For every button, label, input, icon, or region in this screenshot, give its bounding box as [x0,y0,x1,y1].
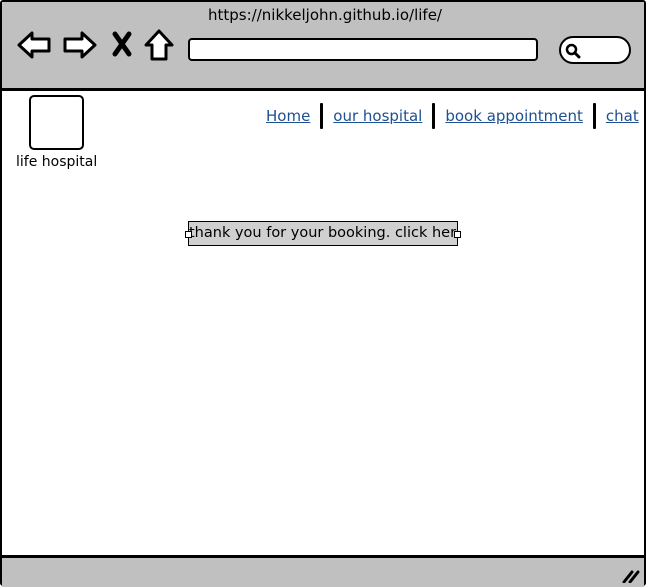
nav-separator [432,103,436,129]
nav-separator [320,103,324,129]
resize-grip-icon[interactable] [622,569,640,583]
url-text: https://nikkeljohn.github.io/life/ [208,6,442,24]
nav-link-book-appointment[interactable]: book appointment [441,107,587,125]
nav-link-chat[interactable]: chat [602,107,643,125]
logo-label: life hospital [16,154,98,170]
status-bar [2,555,644,587]
nav-link-our-hospital[interactable]: our hospital [329,107,426,125]
selection-handle-right [454,231,461,238]
browser-toolbar: https://nikkeljohn.github.io/life/ [2,2,644,91]
back-arrow-icon[interactable] [16,29,52,61]
forward-arrow-icon[interactable] [62,29,98,61]
site-nav: Home our hospital book appointment chat [262,103,643,129]
home-icon[interactable] [143,28,175,62]
nav-link-home[interactable]: Home [262,107,314,125]
address-bar[interactable] [188,38,538,61]
nav-separator [592,103,596,129]
search-icon [565,43,581,59]
selection-handle-left [185,231,192,238]
search-box[interactable] [559,36,631,64]
booking-confirmation-link[interactable]: thank you for your booking. click here [188,221,458,246]
browser-window: https://nikkeljohn.github.io/life/ life … [0,0,646,587]
logo-placeholder [29,95,84,150]
close-icon[interactable] [111,31,133,57]
